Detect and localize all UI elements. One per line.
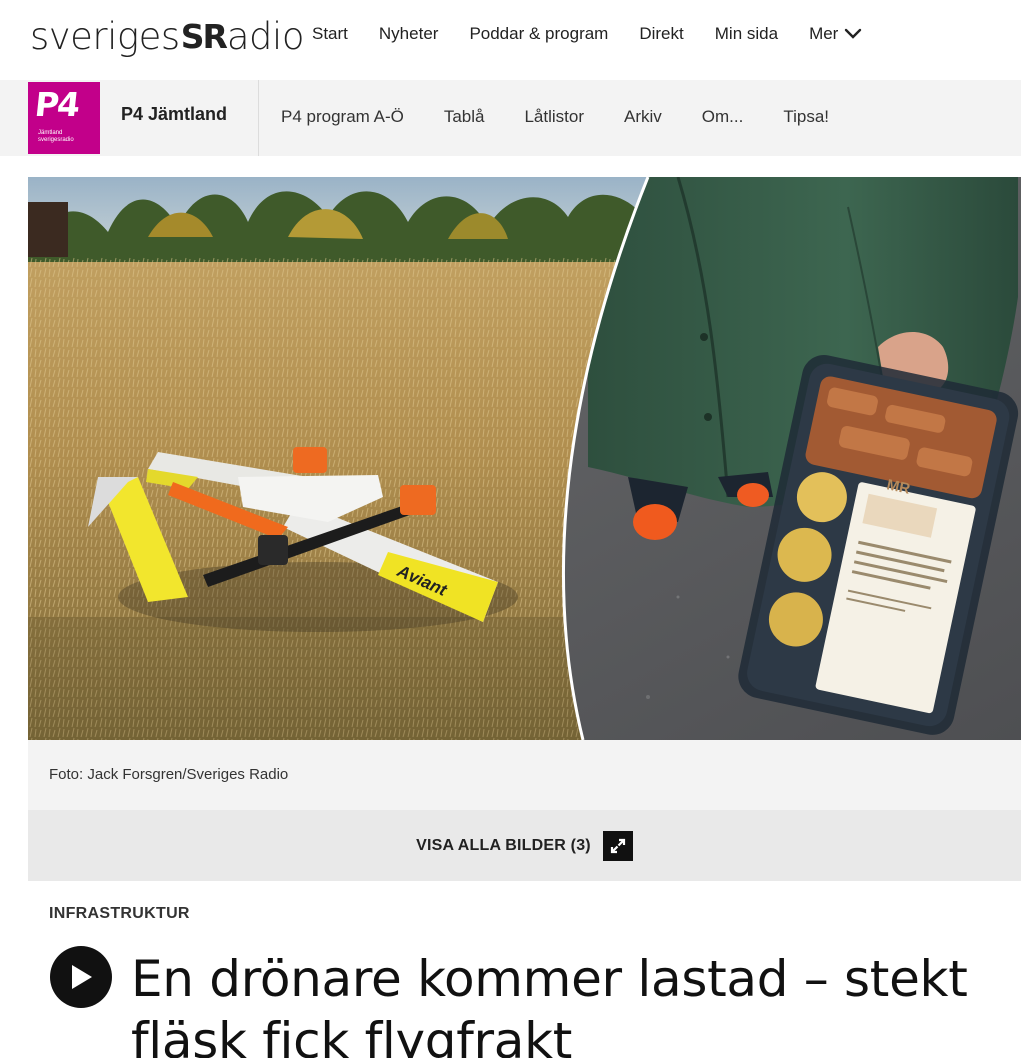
nav-poddar-program[interactable]: Poddar & program: [469, 24, 608, 44]
nav-nyheter[interactable]: Nyheter: [379, 24, 439, 44]
photo-credit: Foto: Jack Forsgren/Sveriges Radio: [49, 766, 289, 783]
p4-logo-mark: P4: [32, 85, 81, 124]
article-category[interactable]: INFRASTRUKTUR: [49, 905, 190, 923]
sveriges-radio-logo[interactable]: sveriges SR adio: [30, 14, 304, 58]
channel-title[interactable]: P4 Jämtland: [121, 104, 227, 125]
channel-nav: P4 program A-Ö Tablå Låtlistor Arkiv Om.…: [281, 107, 869, 127]
channel-nav-om[interactable]: Om...: [702, 107, 744, 127]
article-headline: En drönare kommer lastad – stekt fläsk f…: [131, 950, 968, 1058]
p4-logo-subtext: Jämtland sverigesradio: [38, 130, 74, 144]
play-button[interactable]: [50, 946, 112, 1008]
logo-text-right: adio: [226, 14, 305, 58]
channel-nav-arkiv[interactable]: Arkiv: [624, 107, 662, 127]
nav-min-sida[interactable]: Min sida: [715, 24, 778, 44]
nav-mer-label: Mer: [809, 24, 839, 43]
nav-direkt[interactable]: Direkt: [639, 24, 683, 44]
nav-start[interactable]: Start: [312, 24, 348, 44]
channel-bar: P4 Jämtland sverigesradio P4 Jämtland P4…: [0, 80, 1021, 156]
channel-nav-tipsa[interactable]: Tipsa!: [783, 107, 829, 127]
show-all-images-label: VISA ALLA BILDER (3): [416, 836, 591, 854]
divider: [258, 80, 259, 156]
photo-caption: Foto: Jack Forsgren/Sveriges Radio: [28, 740, 1021, 810]
channel-nav-program[interactable]: P4 program A-Ö: [281, 107, 404, 127]
channel-nav-tabla[interactable]: Tablå: [444, 107, 485, 127]
chevron-down-icon: [845, 28, 862, 39]
hero-illustration: MR Aviant: [28, 177, 1021, 740]
logo-mark: SR: [180, 16, 228, 56]
main-nav: Start Nyheter Poddar & program Direkt Mi…: [312, 24, 893, 44]
hero-image[interactable]: MR Aviant: [28, 177, 1021, 740]
nav-mer[interactable]: Mer: [809, 24, 862, 44]
p4-logo-subtext-region: Jämtland: [38, 130, 63, 136]
p4-logo[interactable]: P4 Jämtland sverigesradio: [28, 82, 100, 154]
play-icon: [72, 965, 92, 989]
logo-text-left: sveriges: [30, 14, 180, 58]
show-all-images-button[interactable]: VISA ALLA BILDER (3): [28, 810, 1021, 881]
site-header: sveriges SR adio Start Nyheter Poddar & pr…: [0, 0, 1021, 80]
p4-logo-subtext-brand: sverigesradio: [38, 137, 74, 143]
expand-icon: [602, 830, 633, 861]
channel-nav-latlistor[interactable]: Låtlistor: [524, 107, 584, 127]
